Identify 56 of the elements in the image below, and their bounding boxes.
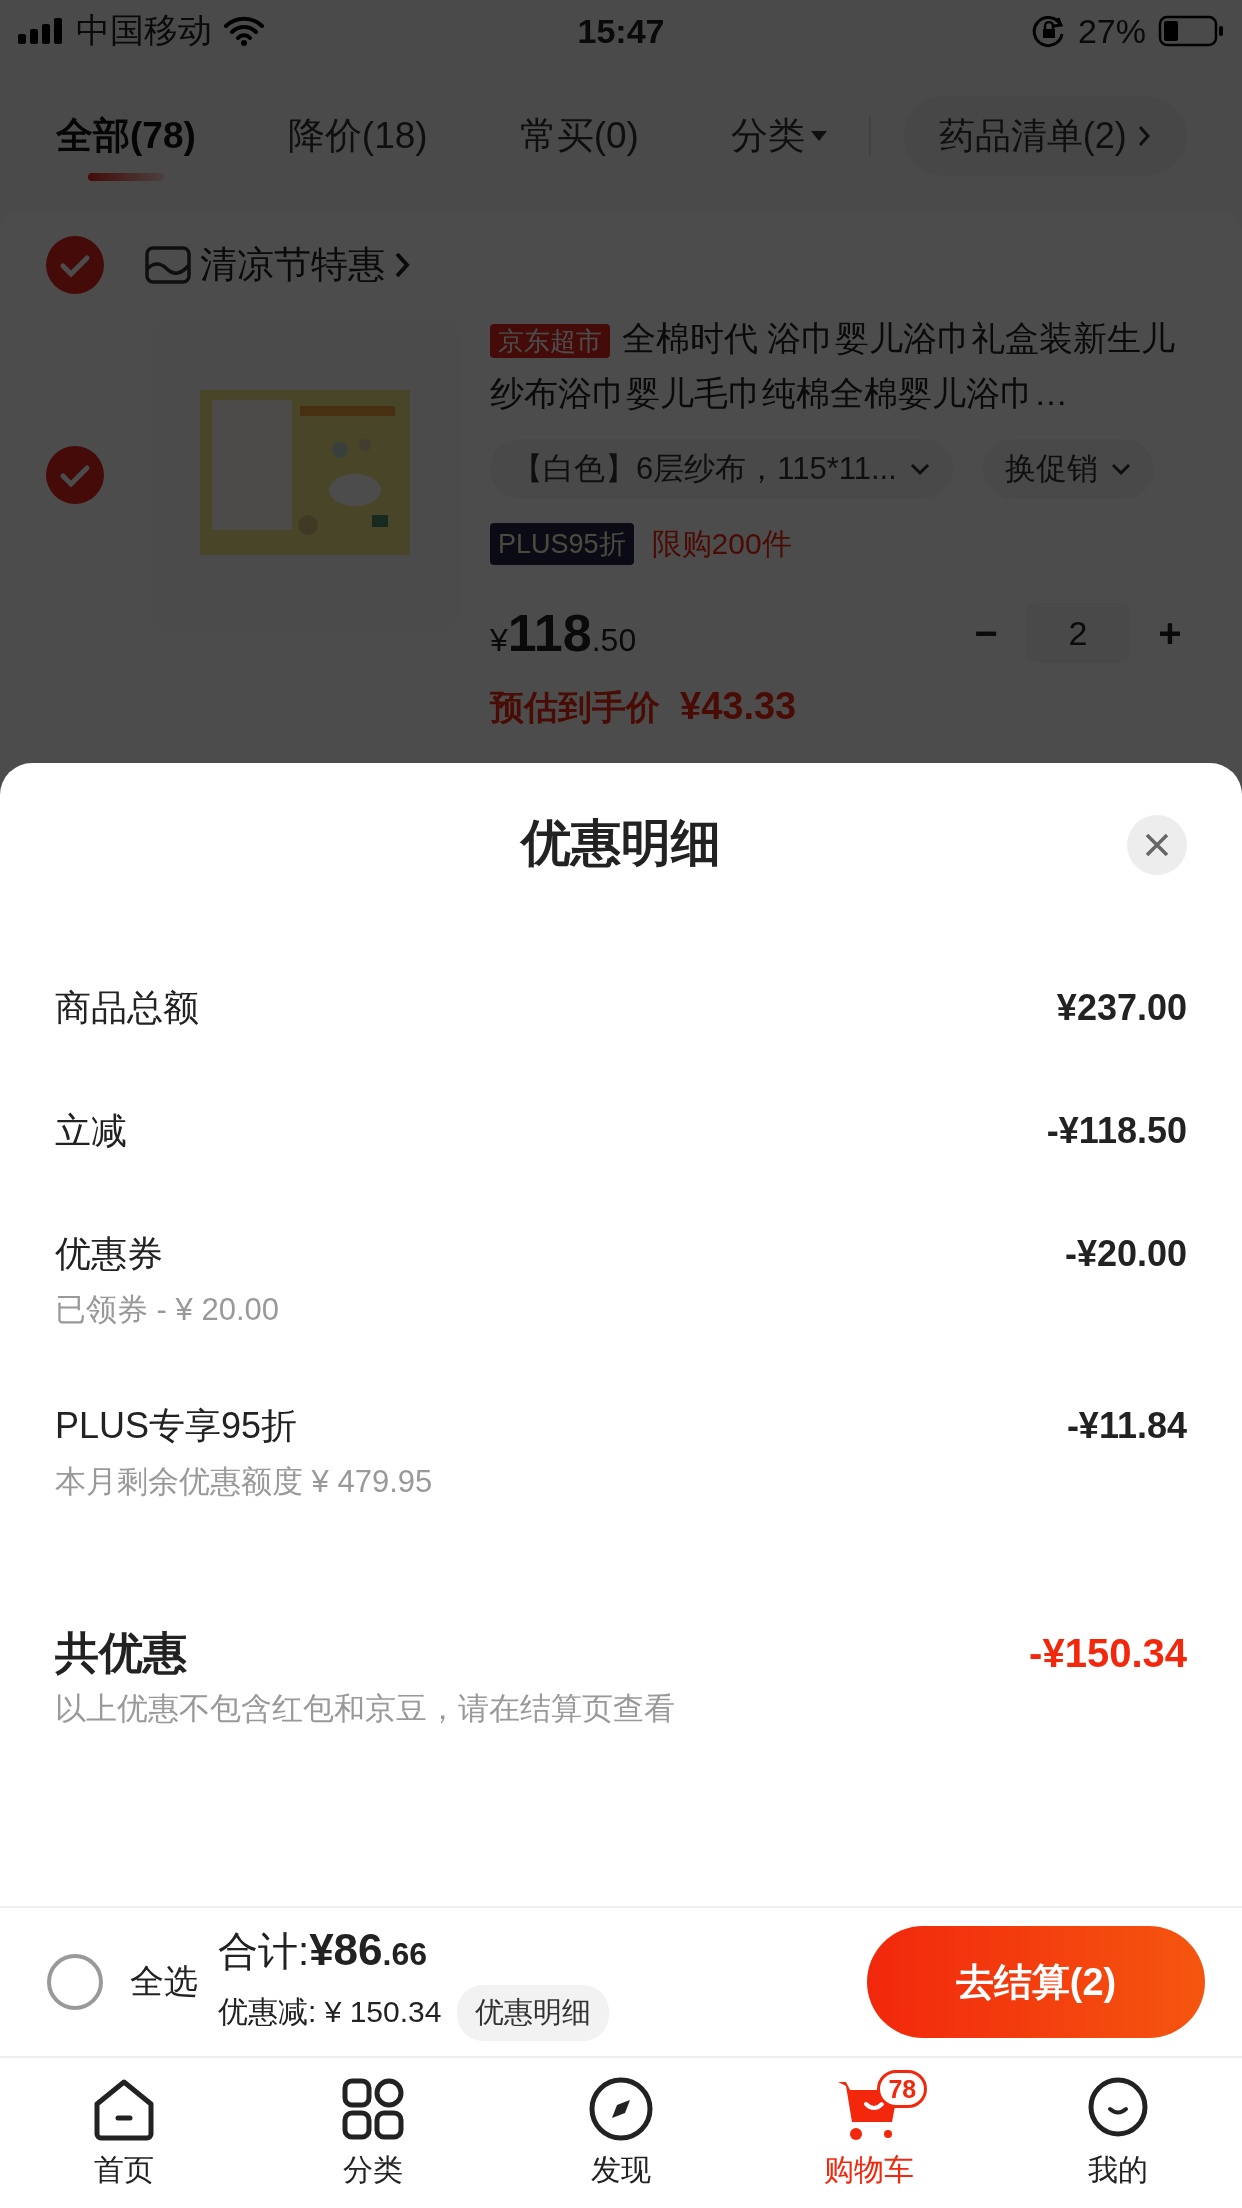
discount-label: 优惠券 xyxy=(55,1231,163,1276)
discount-detail-button[interactable]: 优惠明细 xyxy=(457,1984,610,2041)
rotation-lock-icon xyxy=(1031,14,1066,48)
minus-button[interactable]: − xyxy=(966,610,1006,656)
nav-tab[interactable]: 发现 xyxy=(496,2058,746,2208)
tab[interactable]: 全部(78) xyxy=(56,87,196,185)
purchase-limit: 限购200件 xyxy=(651,525,792,562)
caret-icon xyxy=(810,131,827,141)
discount-note: 本月剩余优惠额度 ¥ 479.95 xyxy=(55,1463,434,1500)
tab[interactable]: 常买(0) xyxy=(519,87,639,185)
signal-icon xyxy=(18,18,64,44)
discount-amount: -¥11.84 xyxy=(1066,1405,1187,1447)
chevron-icon xyxy=(393,250,411,280)
tab[interactable]: 降价(18) xyxy=(287,87,428,185)
chevron-down-icon xyxy=(1109,462,1132,476)
battery-text: 27% xyxy=(1077,11,1146,51)
plus-tag: PLUS95折 xyxy=(490,523,634,565)
nav-tab[interactable]: 分类 xyxy=(248,2058,497,2208)
discount-label: PLUS专享95折 xyxy=(55,1403,298,1448)
discount-label: 商品总额 xyxy=(55,985,199,1030)
discount-amount: -¥118.50 xyxy=(1046,1110,1187,1152)
total-label: 共优惠 xyxy=(55,1626,187,1679)
chevron-down-icon xyxy=(908,462,931,476)
plus-button[interactable]: + xyxy=(1150,610,1190,656)
total-price: 合计:¥86.66 xyxy=(218,1923,429,1976)
compass-icon xyxy=(588,2075,654,2142)
nav-tab[interactable]: 购物车 78 xyxy=(745,2058,994,2208)
product-title[interactable]: 京东超市 全棉时代 浴巾婴儿浴巾礼盒装新生儿纱布浴巾婴儿毛巾纯棉全棉婴儿浴巾… xyxy=(490,312,1190,419)
sheet-title: 优惠明细 xyxy=(521,813,721,873)
close-icon xyxy=(1144,832,1170,858)
discount-amount: -¥20.00 xyxy=(1064,1233,1187,1275)
checkbox[interactable] xyxy=(46,446,104,504)
discount-note: 已领券 - ¥ 20.00 xyxy=(55,1291,280,1328)
price-text: ¥118.50 xyxy=(490,603,638,663)
carrier-text: 中国移动 xyxy=(76,10,212,51)
checkbox[interactable] xyxy=(46,1953,104,2011)
discount-total: 优惠减: ¥ 150.34 xyxy=(218,1994,442,2030)
select-all-label[interactable]: 全选 xyxy=(130,1959,198,2005)
estimate-label: 预估到手价 xyxy=(490,687,660,728)
tab[interactable]: 分类 xyxy=(730,87,827,185)
checkbox[interactable] xyxy=(46,236,104,294)
total-note: 以上优惠不包含红包和京豆，请在结算页查看 xyxy=(55,1690,676,1727)
checkout-button[interactable]: 去结算(2) xyxy=(867,1926,1205,2038)
total-amount: -¥150.34 xyxy=(1029,1630,1187,1676)
clock-text: 15:47 xyxy=(577,11,665,51)
count-badge: 78 xyxy=(877,2070,928,2108)
nav-tab[interactable]: 我的 xyxy=(993,2058,1242,2208)
store-name[interactable]: 清凉节特惠 xyxy=(200,240,385,290)
chevron-icon xyxy=(1136,124,1151,148)
estimate-price: ¥43.33 xyxy=(680,685,797,729)
discount-amount: ¥237.00 xyxy=(1056,987,1187,1029)
nav-tab[interactable]: 首页 xyxy=(0,2058,249,2208)
battery-icon xyxy=(1158,15,1224,47)
wifi-icon xyxy=(224,16,264,46)
store-icon xyxy=(144,245,192,285)
discount-label: 立减 xyxy=(55,1108,127,1153)
